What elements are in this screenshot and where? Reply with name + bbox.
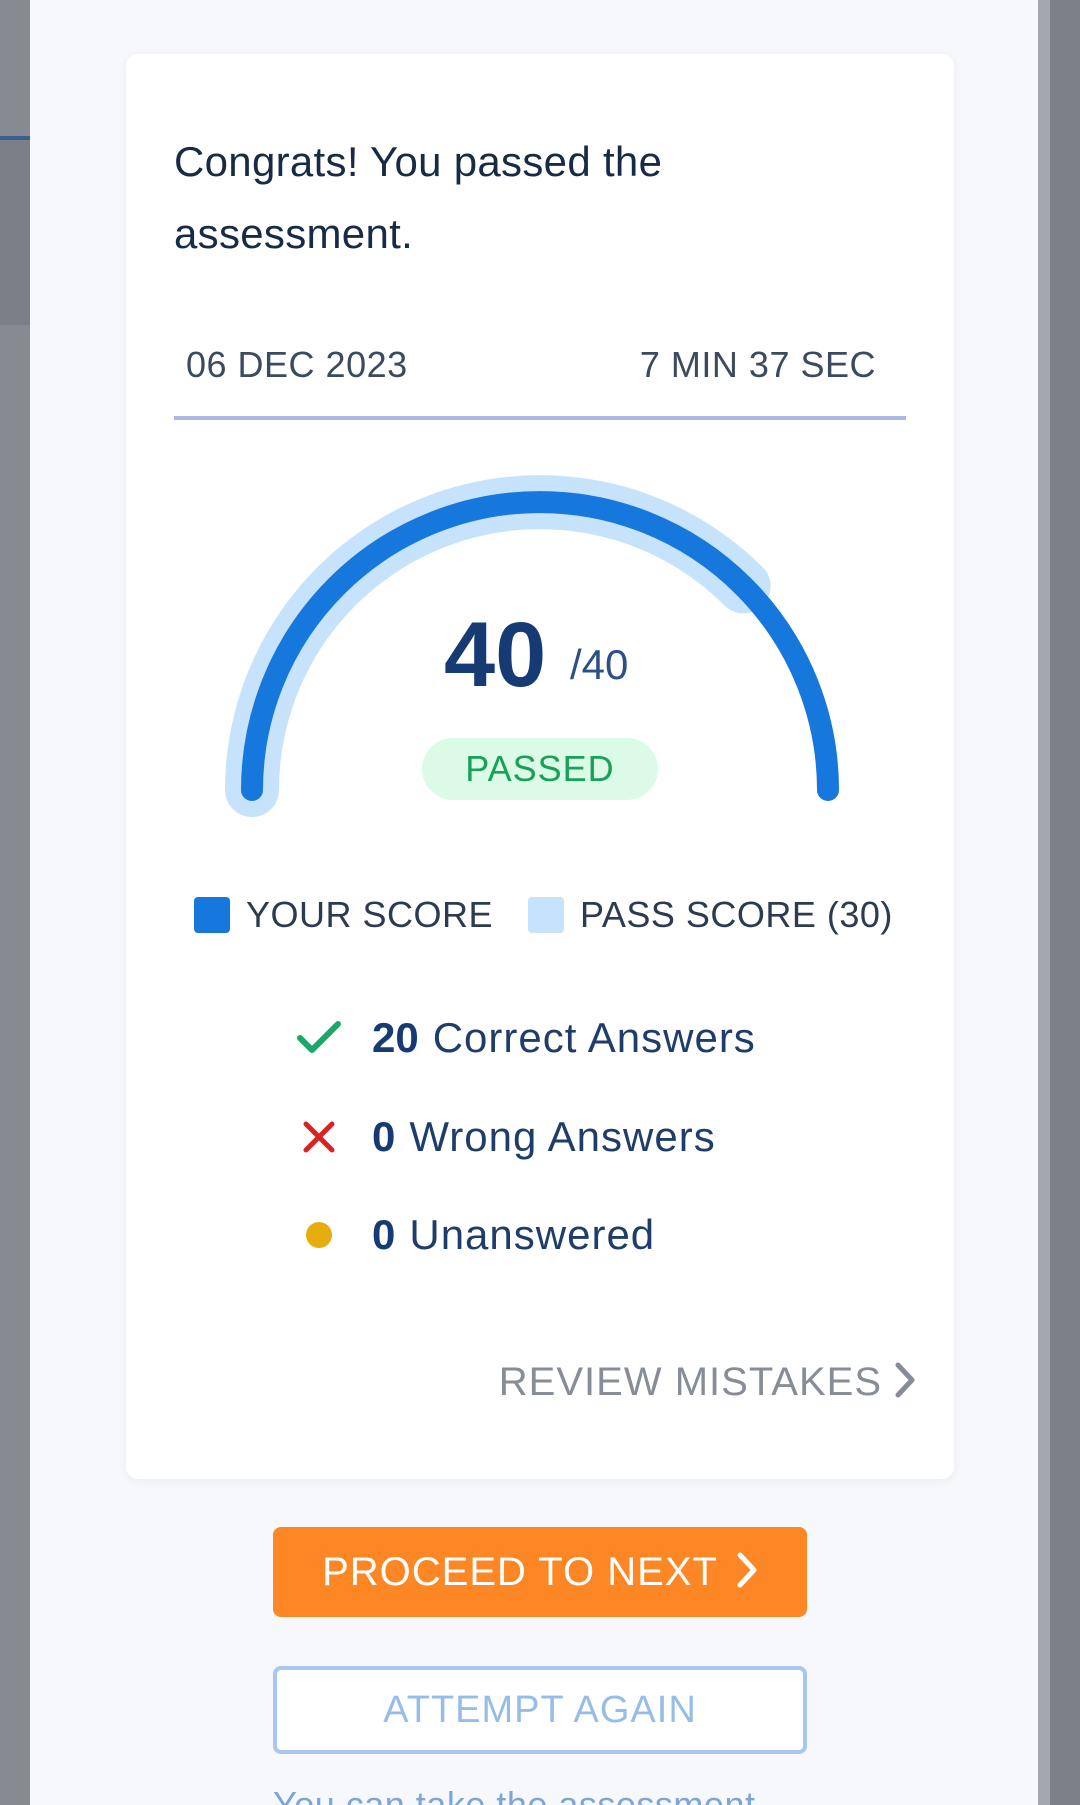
stat-wrong: 0 Wrong Answers <box>292 1109 716 1165</box>
backdrop-right <box>1038 0 1050 1805</box>
attempt-date: 06 DEC 2023 <box>186 344 408 385</box>
your-score-swatch <box>194 897 230 933</box>
check-icon <box>292 1011 346 1065</box>
correct-label: Correct Answers <box>432 1014 756 1061</box>
legend-pass-score: PASS SCORE (30) <box>528 893 893 937</box>
attempt-meta: 06 DEC 2023 7 MIN 37 SEC <box>174 340 906 420</box>
attempt-duration: 7 MIN 37 SEC <box>639 344 876 385</box>
retake-note: You can take the assessment <box>273 1784 756 1805</box>
backdrop-right-edge <box>1050 0 1080 1805</box>
chevron-right-icon <box>894 1361 916 1404</box>
dot-icon <box>292 1208 346 1262</box>
proceed-to-next-label: PROCEED TO NEXT <box>322 1549 718 1594</box>
proceed-to-next-button[interactable]: PROCEED TO NEXT <box>273 1527 807 1617</box>
unanswered-count: 0 <box>372 1211 396 1258</box>
status-badge: PASSED <box>422 738 658 800</box>
legend-pass-score-label: PASS SCORE (30) <box>580 894 893 935</box>
wrong-label: Wrong Answers <box>409 1113 716 1160</box>
score-display: 40 /40 <box>444 600 644 710</box>
pass-score-swatch <box>528 897 564 933</box>
attempt-again-button[interactable]: ATTEMPT AGAIN <box>273 1666 807 1754</box>
backdrop-left-accent <box>0 136 30 140</box>
stat-unanswered: 0 Unanswered <box>292 1207 655 1263</box>
cross-icon <box>292 1110 346 1164</box>
review-mistakes-link[interactable]: REVIEW MISTAKES <box>476 1352 916 1412</box>
attempt-again-label: ATTEMPT AGAIN <box>383 1688 697 1731</box>
unanswered-label: Unanswered <box>409 1211 656 1258</box>
review-mistakes-label: REVIEW MISTAKES <box>498 1359 882 1404</box>
wrong-count: 0 <box>372 1113 396 1160</box>
score-value: 40 <box>444 604 547 706</box>
legend-your-score-label: YOUR SCORE <box>246 894 494 935</box>
chevron-right-icon <box>736 1551 758 1594</box>
backdrop-left-band <box>0 140 30 325</box>
correct-count: 20 <box>372 1014 419 1061</box>
score-total: /40 <box>570 641 629 688</box>
result-headline: Congrats! You passed the assessment. <box>174 138 663 257</box>
stat-correct: 20 Correct Answers <box>292 1010 756 1066</box>
legend-your-score: YOUR SCORE <box>194 893 493 937</box>
